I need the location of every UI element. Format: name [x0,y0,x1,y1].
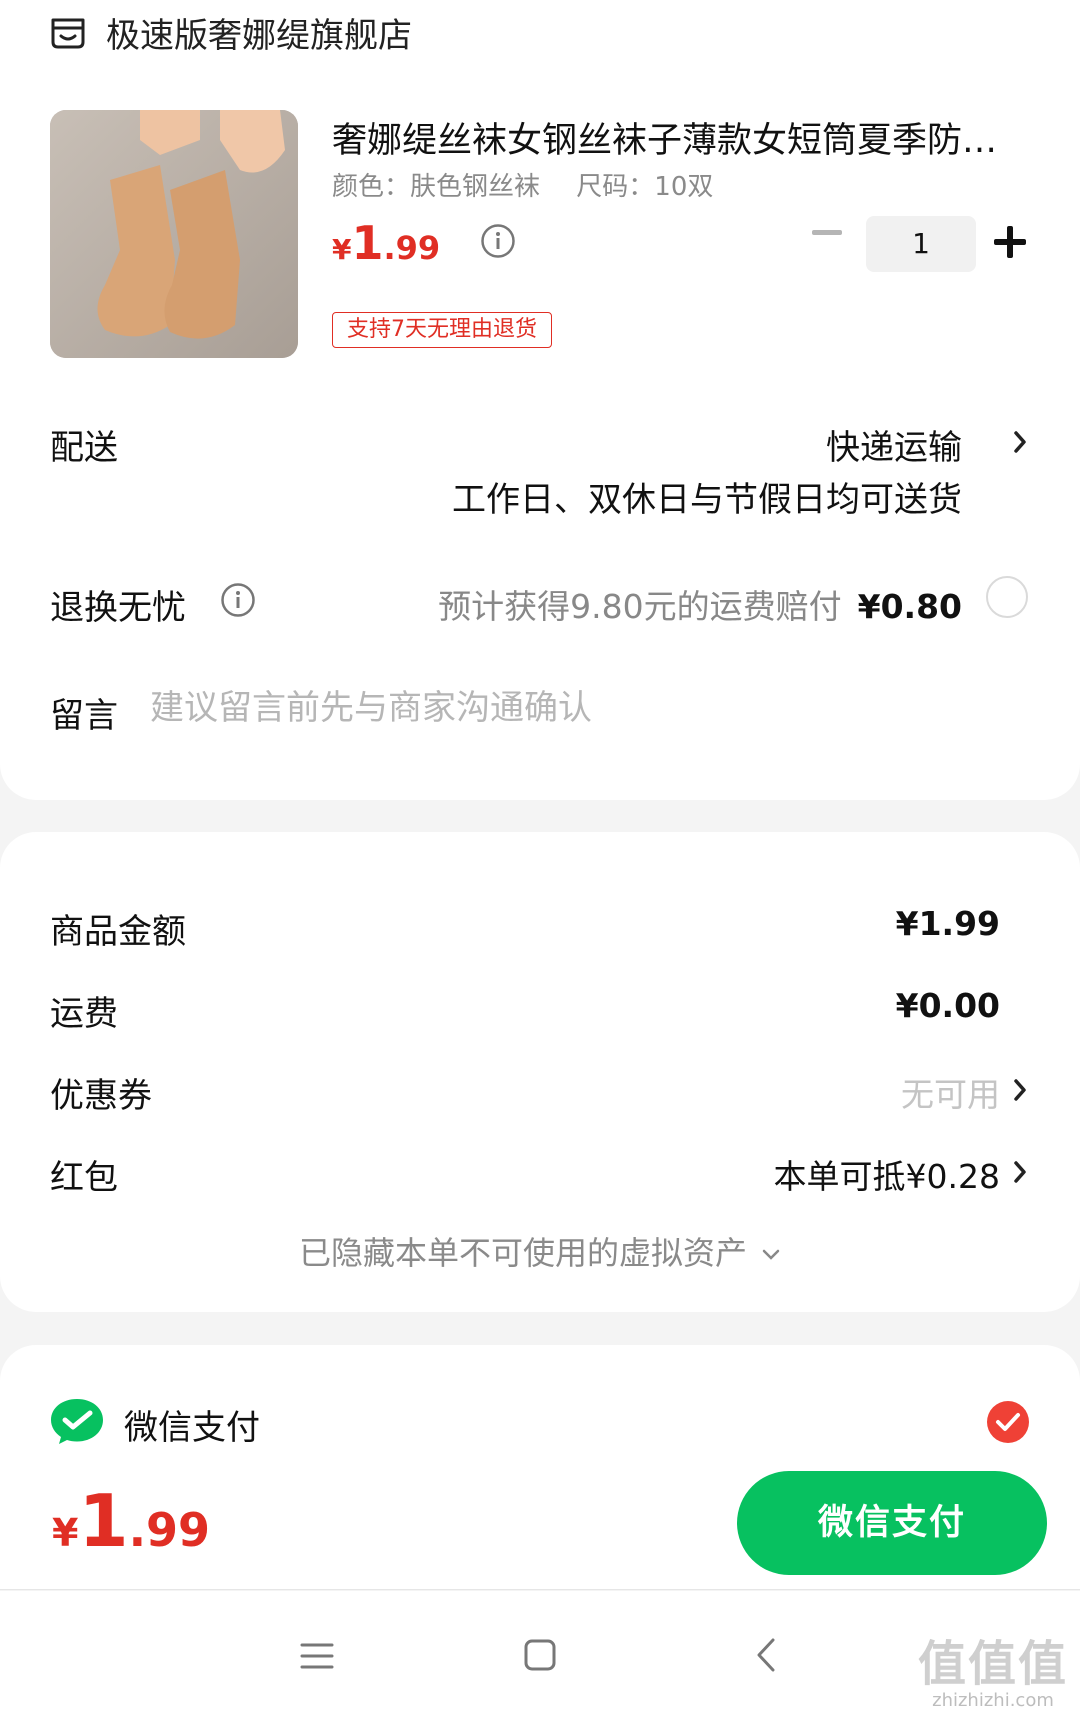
price-info-icon[interactable] [480,223,516,259]
store-name: 极速版奢娜缇旗舰店 [106,15,412,56]
total-price: ¥ 1 .99 [52,1479,210,1563]
coupon-label: 优惠券 [50,1076,152,1116]
goods-amount-label: 商品金额 [50,912,186,952]
product-title[interactable]: 奢娜缇丝袜女钢丝袜子薄款女短筒夏季防… [332,112,1022,163]
total-int: 1 [78,1479,129,1563]
returns-select-radio[interactable] [986,576,1028,618]
wechat-pay-button[interactable]: 微信支付 [737,1471,1047,1575]
hidden-assets-text: 已隐藏本单不可使用的虚拟资产 [298,1234,747,1272]
message-input[interactable] [150,688,970,728]
home-icon[interactable] [523,1638,557,1672]
delivery-note: 工作日、双休日与节假日均可送货 [452,480,962,520]
order-card: 极速版奢娜缇旗舰店 奢娜缇丝袜女钢丝袜子薄款女短筒夏季防… 颜色：肤色钢丝袜 尺… [0,0,1080,800]
chevron-down-icon [762,1249,780,1260]
message-label: 留言 [50,696,118,736]
product-price: ¥ 1 .99 [332,216,440,270]
returns-label: 退换无忧 [50,588,186,628]
product-spec[interactable]: 颜色：肤色钢丝袜 尺码：10双 [332,166,713,203]
total-dec: .99 [128,1503,211,1557]
quantity-field[interactable]: 1 [866,216,976,272]
delivery-chevron-right-icon[interactable] [1012,430,1028,454]
system-nav-bar: 值值值 zhizhizhi.com [0,1591,1080,1719]
hidden-assets-toggle[interactable]: 已隐藏本单不可使用的虚拟资产 [0,1228,1080,1274]
goods-amount-value: ¥1.99 [895,904,1000,943]
returns-price: ¥0.80 [857,587,962,626]
wechat-pay-icon [51,1399,103,1444]
delivery-label: 配送 [50,428,118,468]
size-spec: 尺码：10双 [576,172,714,202]
back-icon[interactable] [754,1637,778,1673]
watermark-logo: 值值值 [918,1636,1069,1692]
menu-icon[interactable] [300,1641,334,1671]
color-spec: 颜色：肤色钢丝袜 [332,172,541,202]
price-symbol: ¥ [332,233,352,266]
red-packet-chevron-right-icon[interactable] [1012,1160,1028,1184]
returns-offer: 预计获得9.80元的运费赔付 ¥0.80 [438,580,962,628]
red-packet-label: 红包 [50,1158,118,1198]
coupon-value[interactable]: 无可用 [901,1068,1000,1116]
total-symbol: ¥ [52,1511,79,1555]
payment-selected-check-icon[interactable] [986,1400,1030,1444]
delivery-method[interactable]: 快递运输 [826,420,962,469]
store-header[interactable]: 极速版奢娜缇旗舰店 [48,6,412,58]
shipping-label: 运费 [50,994,118,1034]
shipping-value: ¥0.00 [895,986,1000,1025]
product-image[interactable] [50,110,298,358]
watermark-url: zhizhizhi.com [932,1690,1054,1711]
watermark: 值值值 zhizhizhi.com [918,1624,1068,1711]
price-int: 1 [351,216,384,270]
store-icon [51,18,85,49]
return-policy-badge: 支持7天无理由退货 [332,312,552,348]
price-dec: .99 [383,229,441,267]
checkout-bar: ¥ 1 .99 微信支付 [0,1455,1080,1590]
returns-info-icon[interactable] [220,582,256,618]
quantity-increase-button[interactable] [994,226,1026,258]
red-packet-value[interactable]: 本单可抵¥0.28 [774,1150,1000,1198]
payment-method-label[interactable]: 微信支付 [124,1400,260,1449]
coupon-chevron-right-icon[interactable] [1012,1078,1028,1102]
returns-description: 预计获得9.80元的运费赔付 [438,587,842,626]
quantity-decrease-button[interactable] [812,230,842,235]
